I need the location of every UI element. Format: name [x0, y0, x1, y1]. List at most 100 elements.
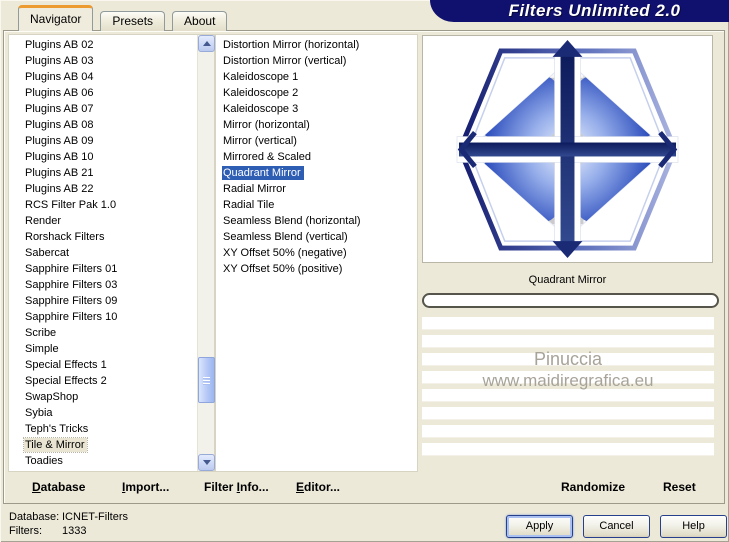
- category-list-scrollbar[interactable]: [197, 35, 215, 471]
- tab[interactable]: Presets: [100, 11, 166, 31]
- cancel-button[interactable]: Cancel: [583, 515, 650, 538]
- status-bar: Database: ICNET-Filters Filters: 1333 Ap…: [0, 505, 729, 542]
- category-label: Teph's Tricks: [25, 423, 89, 435]
- category-label: Plugins AB 04: [25, 71, 94, 83]
- reset-button[interactable]: Reset: [663, 480, 696, 494]
- filter-label: Quadrant Mirror: [222, 166, 304, 180]
- category-list-item[interactable]: Sapphire Filters 10: [9, 309, 197, 325]
- database-status-value: ICNET-Filters: [62, 511, 128, 523]
- category-label: Sybia: [25, 407, 53, 419]
- filter-list: Distortion Mirror (horizontal) Distortio…: [215, 34, 418, 472]
- category-list-item[interactable]: Plugins AB 10: [9, 149, 197, 165]
- bottom-toolbar: Database Import... Filter Info... Editor…: [4, 473, 724, 503]
- filters-count-label: Filters:: [9, 525, 42, 537]
- filter-list-item[interactable]: XY Offset 50% (negative): [216, 245, 417, 261]
- tab[interactable]: Navigator: [18, 5, 94, 31]
- category-list-item[interactable]: Sabercat: [9, 245, 197, 261]
- category-list: Plugins AB 02 Plugins AB 03 Plugins AB 0…: [8, 34, 215, 472]
- filter-label: Mirror (horizontal): [223, 119, 310, 131]
- filter-list-item[interactable]: Mirrored & Scaled: [216, 149, 417, 165]
- help-button[interactable]: Help: [660, 515, 727, 538]
- filter-list-item[interactable]: Quadrant Mirror: [216, 165, 417, 181]
- category-list-item[interactable]: Plugins AB 06: [9, 85, 197, 101]
- preview-image: [423, 36, 712, 262]
- category-label: Plugins AB 22: [25, 183, 94, 195]
- category-list-item[interactable]: Plugins AB 07: [9, 101, 197, 117]
- parameter-slider[interactable]: [422, 293, 719, 308]
- category-label: Plugins AB 09: [25, 135, 94, 147]
- category-list-item[interactable]: Plugins AB 03: [9, 53, 197, 69]
- category-list-item[interactable]: Render: [9, 213, 197, 229]
- category-list-item[interactable]: Plugins AB 04: [9, 69, 197, 85]
- parameter-row: [422, 335, 714, 348]
- filter-label: Mirror (vertical): [223, 135, 297, 147]
- category-list-item[interactable]: Sapphire Filters 01: [9, 261, 197, 277]
- category-label: Special Effects 1: [25, 359, 107, 371]
- filters-unlimited-window: Filters Unlimited 2.0 Navigator Presets …: [0, 0, 729, 542]
- filter-label: Seamless Blend (vertical): [223, 231, 348, 243]
- category-label: Sapphire Filters 03: [25, 279, 118, 291]
- category-label: Plugins AB 10: [25, 151, 94, 163]
- category-label: Sabercat: [25, 247, 70, 259]
- filter-list-item[interactable]: Mirror (vertical): [216, 133, 417, 149]
- filter-list-item[interactable]: Kaleidoscope 2: [216, 85, 417, 101]
- window-title: Filters Unlimited 2.0: [508, 1, 681, 20]
- parameter-row: [422, 371, 714, 384]
- category-label: Sapphire Filters 09: [25, 295, 118, 307]
- scrollbar-thumb[interactable]: [198, 357, 215, 403]
- category-list-item[interactable]: Toadies: [9, 453, 197, 469]
- category-list-item[interactable]: Plugins AB 21: [9, 165, 197, 181]
- filter-list-item[interactable]: Kaleidoscope 1: [216, 69, 417, 85]
- category-list-item[interactable]: Plugins AB 09: [9, 133, 197, 149]
- filter-list-item[interactable]: XY Offset 50% (positive): [216, 261, 417, 277]
- scroll-up-button[interactable]: [198, 35, 215, 52]
- category-list-item[interactable]: Sybia: [9, 405, 197, 421]
- category-list-item[interactable]: Plugins AB 08: [9, 117, 197, 133]
- arrow-down-icon: [202, 460, 211, 465]
- parameter-row: [422, 407, 714, 420]
- category-list-item[interactable]: Special Effects 1: [9, 357, 197, 373]
- filter-label: Kaleidoscope 2: [223, 87, 299, 99]
- category-list-item[interactable]: Special Effects 2: [9, 373, 197, 389]
- category-list-item[interactable]: SwapShop: [9, 389, 197, 405]
- filter-label: Radial Mirror: [223, 183, 286, 195]
- filter-list-item[interactable]: Radial Tile: [216, 197, 417, 213]
- filter-list-item[interactable]: Distortion Mirror (vertical): [216, 53, 417, 69]
- filter-list-item[interactable]: Radial Mirror: [216, 181, 417, 197]
- filter-label: XY Offset 50% (positive): [223, 263, 343, 275]
- tab[interactable]: About: [172, 11, 228, 31]
- category-list-item[interactable]: Teph's Tricks: [9, 421, 197, 437]
- category-list-item[interactable]: Rorshack Filters: [9, 229, 197, 245]
- filter-list-item[interactable]: Seamless Blend (horizontal): [216, 213, 417, 229]
- filter-list-item[interactable]: Distortion Mirror (horizontal): [216, 37, 417, 53]
- arrow-up-icon: [202, 41, 211, 46]
- filter-list-item[interactable]: Seamless Blend (vertical): [216, 229, 417, 245]
- category-list-item[interactable]: Simple: [9, 341, 197, 357]
- filter-list-item[interactable]: Kaleidoscope 3: [216, 101, 417, 117]
- navigator-panel: Plugins AB 02 Plugins AB 03 Plugins AB 0…: [3, 30, 725, 504]
- category-list-item[interactable]: Plugins AB 22: [9, 181, 197, 197]
- category-label: Plugins AB 06: [25, 87, 94, 99]
- filter-list-item[interactable]: Mirror (horizontal): [216, 117, 417, 133]
- category-label: Sapphire Filters 01: [25, 263, 118, 275]
- filter-info-button[interactable]: Filter Info...: [204, 480, 269, 494]
- category-list-item[interactable]: Tile & Mirror: [9, 437, 197, 453]
- category-list-item[interactable]: Scribe: [9, 325, 197, 341]
- apply-button[interactable]: Apply: [506, 515, 573, 538]
- category-list-item[interactable]: RCS Filter Pak 1.0: [9, 197, 197, 213]
- randomize-button[interactable]: Randomize: [561, 480, 625, 494]
- filter-label: Seamless Blend (horizontal): [223, 215, 361, 227]
- editor-button[interactable]: Editor...: [296, 480, 340, 494]
- parameter-row: [422, 425, 714, 438]
- category-label: RCS Filter Pak 1.0: [25, 199, 117, 211]
- category-list-item[interactable]: Plugins AB 02: [9, 37, 197, 53]
- filter-label: Kaleidoscope 3: [223, 103, 299, 115]
- filter-label: Kaleidoscope 1: [223, 71, 299, 83]
- import-button[interactable]: Import...: [122, 480, 169, 494]
- category-list-item[interactable]: Sapphire Filters 09: [9, 293, 197, 309]
- filter-label: Distortion Mirror (horizontal): [223, 39, 360, 51]
- database-button[interactable]: Database: [32, 480, 85, 494]
- category-list-item[interactable]: Sapphire Filters 03: [9, 277, 197, 293]
- category-label: Tile & Mirror: [22, 437, 89, 453]
- scroll-down-button[interactable]: [198, 454, 215, 471]
